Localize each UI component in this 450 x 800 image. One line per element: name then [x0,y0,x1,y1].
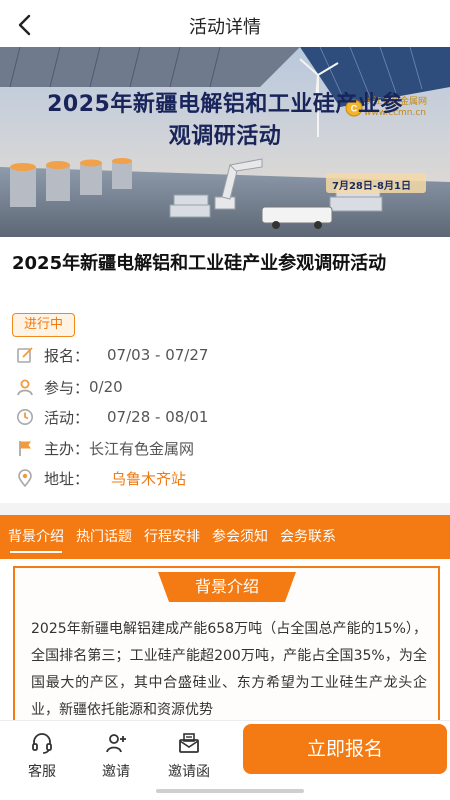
location-pin-icon [14,467,36,489]
service-button[interactable]: 客服 [22,729,62,781]
status-badge: 进行中 [12,313,75,337]
address-label: 地址： [44,469,90,488]
tab-itinerary[interactable]: 行程安排 [144,515,200,559]
envelope-icon [160,729,218,757]
banner-headline-line2: 观调研活动 [168,124,282,149]
registration-label: 报名： [44,346,90,365]
background-heading: 背景介绍 [158,572,296,602]
registration-value: 07/03 - 07/27 [107,346,209,364]
user-icon [14,376,36,398]
banner-headline-line1: 2025年新疆电解铝和工业硅产业参 [47,92,403,117]
event-title: 2025年新疆电解铝和工业硅产业参观调研活动 [12,253,387,274]
signup-button[interactable]: 立即报名 [243,724,447,774]
invite-button[interactable]: 邀请 [96,729,136,781]
top-nav: 活动详情 [0,0,450,50]
info-row-participants: 参与： 0/20 [14,375,123,399]
detail-tabs: 背景介绍 热门话题 行程安排 参会须知 会务联系 [0,515,450,559]
info-row-activity: 活动： 07/28 - 08/01 [14,405,208,429]
invite-label: 邀请 [102,764,130,780]
background-card: 背景介绍 2025年新疆电解铝建成产能658万吨（占全国总产能的15%），全国排… [13,566,440,736]
headset-icon [22,729,62,757]
tab-contact[interactable]: 会务联系 [280,515,336,559]
background-text: 2025年新疆电解铝建成产能658万吨（占全国总产能的15%），全国排名第三；工… [31,621,427,718]
activity-label: 活动： [44,408,90,427]
add-user-icon [96,729,136,757]
home-indicator [156,789,304,793]
activity-value: 07/28 - 08/01 [107,408,209,426]
event-banner: C 长江有色金属网 www.ccmn.cn 2025年新疆电解铝和工业硅产业参 … [0,47,450,237]
organizer-value: 长江有色金属网 [89,439,195,458]
address-value[interactable]: 乌鲁木齐站 [111,468,186,489]
banner-headline: 2025年新疆电解铝和工业硅产业参 观调研活动 [0,89,450,153]
service-label: 客服 [28,764,56,780]
section-divider [0,503,450,515]
participants-label: 参与： [44,378,90,397]
clock-icon [14,406,36,428]
invitation-letter-button[interactable]: 邀请函 [160,729,218,781]
tab-hot-topics[interactable]: 热门话题 [76,515,132,559]
tab-background[interactable]: 背景介绍 [8,515,64,559]
info-row-address: 地址： 乌鲁木齐站 [14,466,186,490]
banner-date-range: 7月28日-8月1日 [332,181,411,192]
edit-note-icon [14,344,36,366]
organizer-label: 主办： [44,439,90,458]
participants-value: 0/20 [89,378,123,396]
flag-icon [14,437,36,459]
tab-notice[interactable]: 参会须知 [212,515,268,559]
info-row-organizer: 主办： 长江有色金属网 [14,436,194,460]
page-title: 活动详情 [189,17,261,38]
invitation-letter-label: 邀请函 [168,764,210,780]
info-row-registration: 报名： 07/03 - 07/27 [14,343,208,367]
